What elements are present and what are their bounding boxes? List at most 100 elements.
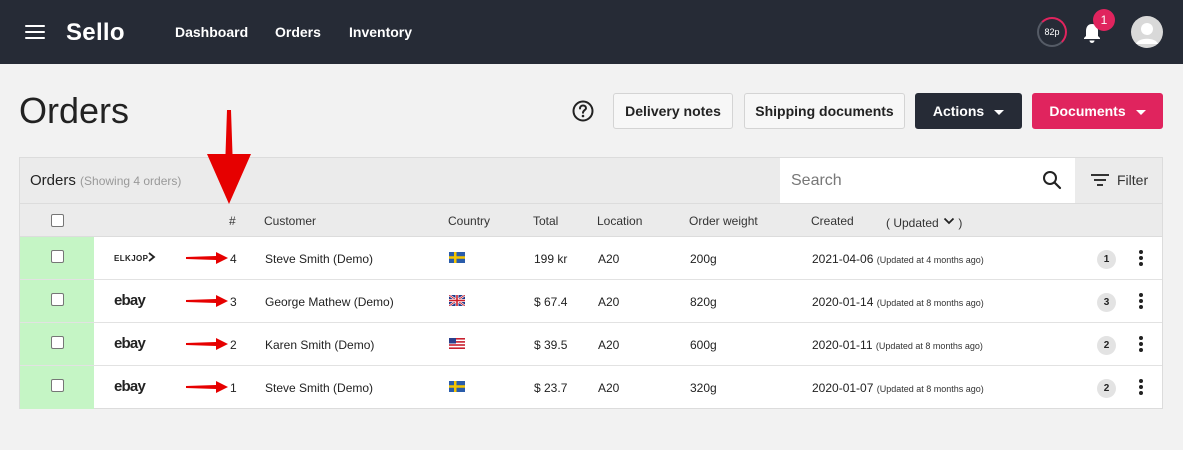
order-total: 199 kr (534, 252, 568, 266)
nav-inventory[interactable]: Inventory (349, 24, 412, 40)
item-count-badge: 1 (1097, 250, 1116, 269)
filter-label: Filter (1117, 172, 1149, 188)
order-total: $ 67.4 (534, 295, 568, 309)
score-indicator[interactable]: 82p (1037, 17, 1067, 47)
order-created: 2020-01-11 (Updated at 8 months ago) (812, 338, 983, 352)
delivery-notes-button[interactable]: Delivery notes (613, 93, 733, 129)
documents-button[interactable]: Documents (1032, 93, 1163, 129)
header-created[interactable]: Created (811, 214, 854, 228)
order-created: 2020-01-07 (Updated at 8 months ago) (812, 381, 984, 395)
header-country[interactable]: Country (448, 214, 490, 228)
brand-logo[interactable]: Sello (66, 19, 125, 47)
menu-icon[interactable] (25, 25, 45, 39)
elkjop-logo: ELKJOP (114, 252, 156, 263)
shipping-documents-label: Shipping documents (755, 103, 894, 119)
header-updated[interactable]: ( Updated ) (886, 216, 962, 230)
more-options-icon[interactable] (1138, 250, 1144, 268)
row-checkbox[interactable] (51, 336, 64, 349)
annotation-arrow-down-icon (207, 110, 251, 204)
item-count-badge: 3 (1097, 293, 1116, 312)
row-checkbox[interactable] (51, 293, 64, 306)
orders-table: Orders (Showing 4 orders) Filter # Custo… (19, 157, 1163, 409)
ebay-logo: ebay (114, 378, 146, 395)
order-number[interactable]: 4 (230, 252, 237, 266)
table-subtitle: (Showing 4 orders) (80, 174, 182, 188)
caret-down-icon (994, 109, 1005, 115)
row-checkbox[interactable] (51, 250, 64, 263)
order-created: 2021-04-06 (Updated at 4 months ago) (812, 252, 984, 266)
created-date: 2021-04-06 (812, 252, 874, 266)
filter-button[interactable]: Filter (1091, 172, 1148, 188)
flag-usa-icon (449, 338, 465, 349)
row-checkbox[interactable] (51, 379, 64, 392)
order-location: A20 (598, 295, 620, 309)
table-row[interactable]: ebay 3 George Mathew (Demo) $ 67.4 A20 8… (20, 280, 1162, 323)
ebay-logo: ebay (114, 335, 146, 352)
table-toolbar: Orders (Showing 4 orders) Filter (20, 158, 1162, 203)
order-number[interactable]: 1 (230, 381, 237, 395)
header-location[interactable]: Location (597, 214, 642, 228)
order-location: A20 (598, 381, 620, 395)
page-title: Orders (19, 90, 130, 131)
table-row[interactable]: ebay 1 Steve Smith (Demo) $ 23.7 A20 320… (20, 366, 1162, 409)
order-number[interactable]: 2 (230, 338, 237, 352)
order-number[interactable]: 3 (230, 295, 237, 309)
select-all-checkbox[interactable] (51, 214, 64, 227)
avatar[interactable] (1131, 16, 1163, 48)
created-date: 2020-01-07 (812, 381, 874, 395)
top-navbar: Sello Dashboard Orders Inventory 82p 1 (0, 0, 1183, 64)
order-total: $ 39.5 (534, 338, 568, 352)
search-input[interactable] (780, 158, 1075, 203)
help-icon[interactable] (572, 100, 594, 122)
more-options-icon[interactable] (1138, 293, 1144, 311)
shipping-documents-button[interactable]: Shipping documents (744, 93, 905, 129)
order-weight: 820g (690, 295, 717, 309)
order-weight: 320g (690, 381, 717, 395)
flag-sweden-icon (449, 252, 465, 263)
order-location: A20 (598, 252, 620, 266)
notification-badge: 1 (1093, 9, 1115, 31)
more-options-icon[interactable] (1138, 336, 1144, 354)
ebay-logo: ebay (114, 292, 146, 309)
table-row[interactable]: ebay 2 Karen Smith (Demo) $ 39.5 A20 600… (20, 323, 1162, 366)
updated-ago: (Updated at 4 months ago) (876, 255, 984, 265)
annotation-arrow-icon (186, 338, 228, 350)
elkjop-chevron-icon (148, 252, 156, 262)
customer-name[interactable]: George Mathew (Demo) (265, 295, 394, 309)
header-updated-close: ) (958, 216, 963, 230)
order-total: $ 23.7 (534, 381, 568, 395)
chevron-down-icon (943, 217, 955, 225)
header-updated-label: ( Updated (886, 216, 939, 230)
updated-ago: (Updated at 8 months ago) (876, 384, 984, 394)
delivery-notes-label: Delivery notes (625, 103, 721, 119)
order-weight: 200g (690, 252, 717, 266)
table-row[interactable]: ELKJOP 4 Steve Smith (Demo) 199 kr A20 2… (20, 237, 1162, 280)
table-title: Orders (Showing 4 orders) (30, 172, 181, 189)
order-location: A20 (598, 338, 620, 352)
created-date: 2020-01-11 (812, 338, 873, 352)
customer-name[interactable]: Karen Smith (Demo) (265, 338, 374, 352)
actions-button[interactable]: Actions (915, 93, 1022, 129)
customer-name[interactable]: Steve Smith (Demo) (265, 252, 373, 266)
caret-down-icon (1135, 109, 1146, 115)
search-icon[interactable] (1042, 170, 1062, 190)
updated-ago: (Updated at 8 months ago) (875, 341, 983, 351)
documents-label: Documents (1049, 103, 1126, 119)
header-total[interactable]: Total (533, 214, 558, 228)
header-customer[interactable]: Customer (264, 214, 316, 228)
nav-dashboard[interactable]: Dashboard (175, 24, 248, 40)
item-count-badge: 2 (1097, 336, 1116, 355)
updated-ago: (Updated at 8 months ago) (876, 298, 984, 308)
table-header: # Customer Country Total Location Order … (20, 203, 1162, 237)
created-date: 2020-01-14 (812, 295, 874, 309)
more-options-icon[interactable] (1138, 379, 1144, 397)
header-number[interactable]: # (229, 214, 236, 228)
order-weight: 600g (690, 338, 717, 352)
header-order-weight[interactable]: Order weight (689, 214, 758, 228)
nav-orders[interactable]: Orders (275, 24, 321, 40)
customer-name[interactable]: Steve Smith (Demo) (265, 381, 373, 395)
table-title-text: Orders (30, 172, 76, 189)
user-icon (1136, 23, 1158, 44)
order-created: 2020-01-14 (Updated at 8 months ago) (812, 295, 984, 309)
annotation-arrow-icon (186, 252, 228, 264)
